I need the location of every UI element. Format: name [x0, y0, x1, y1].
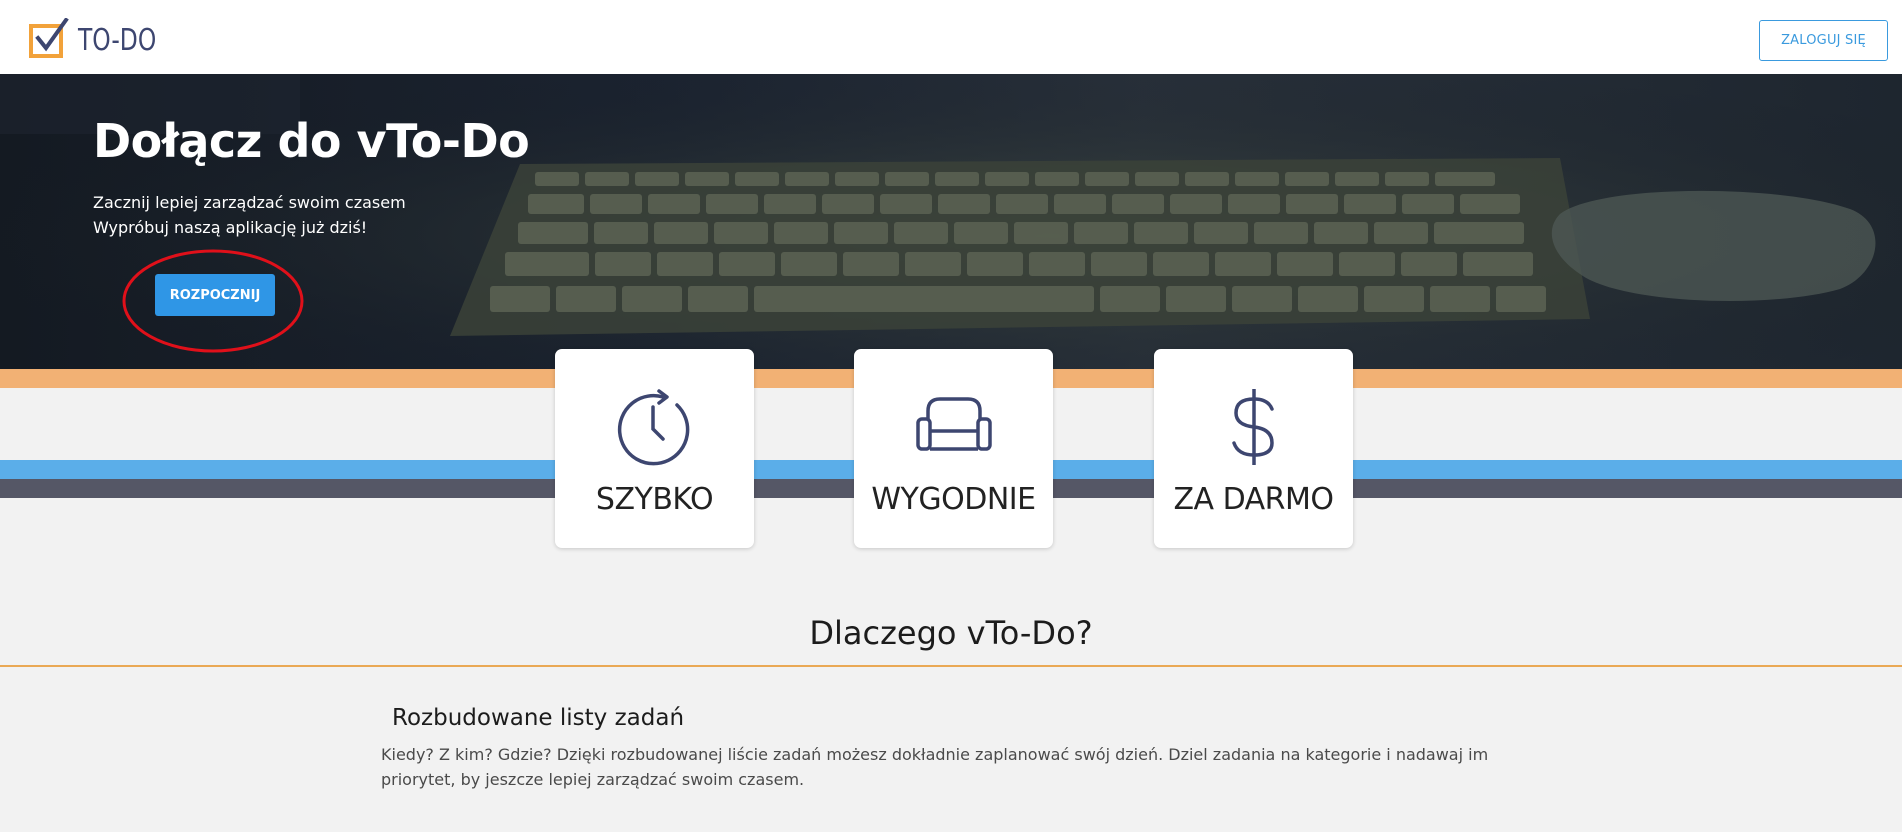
start-button[interactable]: ROZPOCZNIJ	[155, 274, 275, 316]
feature-card-free: ZA DARMO	[1154, 349, 1353, 548]
logo[interactable]: TO-DO	[28, 18, 178, 62]
feature-description-line-1: Kiedy? Z kim? Gdzie? Dzięki rozbudowanej…	[381, 745, 1489, 764]
hero-subtitle-line-1: Zacznij lepiej zarządzać swoim czasem	[93, 193, 406, 212]
hero-banner: Dołącz do vTo-Do Zacznij lepiej zarządza…	[0, 74, 1902, 369]
logo-text: TO-DO	[78, 22, 157, 58]
hero-subtitle-line-2: Wypróbuj naszą aplikację już dziś!	[93, 218, 368, 237]
clock-icon	[617, 389, 689, 466]
sofa-icon	[915, 397, 992, 451]
checkbox-logo-icon	[29, 18, 69, 58]
feature-card-fast: SZYBKO	[555, 349, 754, 548]
feature-title: Rozbudowane listy zadań	[392, 705, 685, 731]
feature-label-convenient: WYGODNIE	[871, 482, 1036, 517]
feature-label-fast: SZYBKO	[595, 482, 714, 517]
hero-title: Dołącz do vTo-Do	[93, 114, 530, 168]
navbar: TO-DO ZALOGUJ SIĘ	[0, 0, 1902, 74]
section-divider	[0, 665, 1902, 667]
feature-description: Kiedy? Z kim? Gdzie? Dzięki rozbudowanej…	[381, 742, 1491, 792]
feature-label-free: ZA DARMO	[1173, 482, 1334, 517]
feature-description-line-2: priorytet, by jeszcze lepiej zarządzać s…	[381, 770, 805, 789]
login-button[interactable]: ZALOGUJ SIĘ	[1759, 20, 1888, 61]
feature-card-convenient: WYGODNIE	[854, 349, 1053, 548]
why-heading: Dlaczego vTo-Do?	[809, 614, 1093, 652]
dollar-icon	[1231, 389, 1274, 465]
hero-subtitle: Zacznij lepiej zarządzać swoim czasem Wy…	[93, 190, 406, 240]
